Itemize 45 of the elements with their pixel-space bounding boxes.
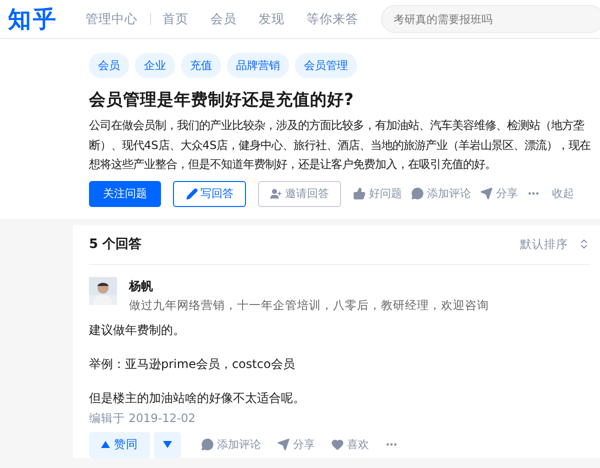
search-field[interactable]: 考研真的需要报班吗 [380,5,600,33]
heart-button[interactable]: 喜欢 [331,437,369,452]
topic-tag[interactable]: 会员 [89,53,129,78]
nav-link[interactable]: 首页 [162,10,189,28]
speech-bubble-icon [411,187,424,200]
speech-bubble-icon [201,438,214,451]
paper-plane-icon [277,438,290,451]
sort-icon [578,238,590,250]
invite-button[interactable]: 邀请回答 [258,180,341,206]
nav-link[interactable]: 发现 [258,10,285,28]
topic-tag[interactable]: 品牌营销 [227,53,289,78]
answer-paragraph: 但是楼主的加油站啥的好像不太适合呢。 [89,390,306,406]
up-triangle-icon [101,441,110,448]
downvote-button[interactable] [154,432,181,458]
question-description: 公司在做会员制，我们的产业比较杂，涉及的方面比较多，有加油站、汽车美容维修、检测站（地方垄断）、现代4S店、大众4S店，健身中心、旅行社、酒店、当地的旅游产业（羊岩山景区、漂流），现在想将这些产业整合，但是不知道年费制好，还是让客户免费加入，在吸引充值的好。 [89,118,592,173]
share-button[interactable]: 分享 [480,186,518,201]
add-person-icon [270,188,282,200]
comment-button[interactable]: 添加评论 [201,437,261,452]
thumbs-up-icon [353,187,366,200]
paper-plane-icon [480,187,493,200]
comment-button[interactable]: 添加评论 [411,186,471,201]
author-bio: 做过九年网络营销，十一年企管培训，八零后，教研经理，欢迎咨询 [129,298,489,312]
edit-date[interactable]: 编辑于 2019-12-02 [89,410,600,426]
answer-count: 5 个回答 [89,236,142,253]
answer-paragraph: 举例：亚马逊prime会员，costco会员 [89,356,296,372]
write-answer-button[interactable]: 写回答 [173,180,246,206]
down-triangle-icon [163,441,172,448]
sort-dropdown[interactable]: 默认排序 [520,236,590,252]
question-title: 会员管理是年费制好还是充值的好? [89,89,355,111]
upvote-button[interactable]: 赞同 [89,432,150,458]
nav-link[interactable]: 管理中心 [86,10,138,28]
pencil-icon [186,188,198,200]
topic-tag[interactable]: 企业 [135,53,175,78]
topic-tag[interactable]: 会员管理 [295,53,357,78]
like-button[interactable]: 好问题 [353,186,402,201]
follow-button[interactable]: 关注问题 [89,180,161,206]
heart-icon [331,438,344,451]
logo[interactable]: 知乎 [8,4,86,34]
topic-tag[interactable]: 充值 [181,53,221,78]
author-name[interactable]: 杨帆 [129,278,489,294]
nav-link[interactable]: 会员 [210,10,237,28]
answer-paragraph: 建议做年费制的。 [89,322,186,338]
share-button[interactable]: 分享 [277,437,315,452]
nav-link[interactable]: 等你来答 [306,10,359,28]
collapse-link[interactable]: 收起 [552,186,574,201]
